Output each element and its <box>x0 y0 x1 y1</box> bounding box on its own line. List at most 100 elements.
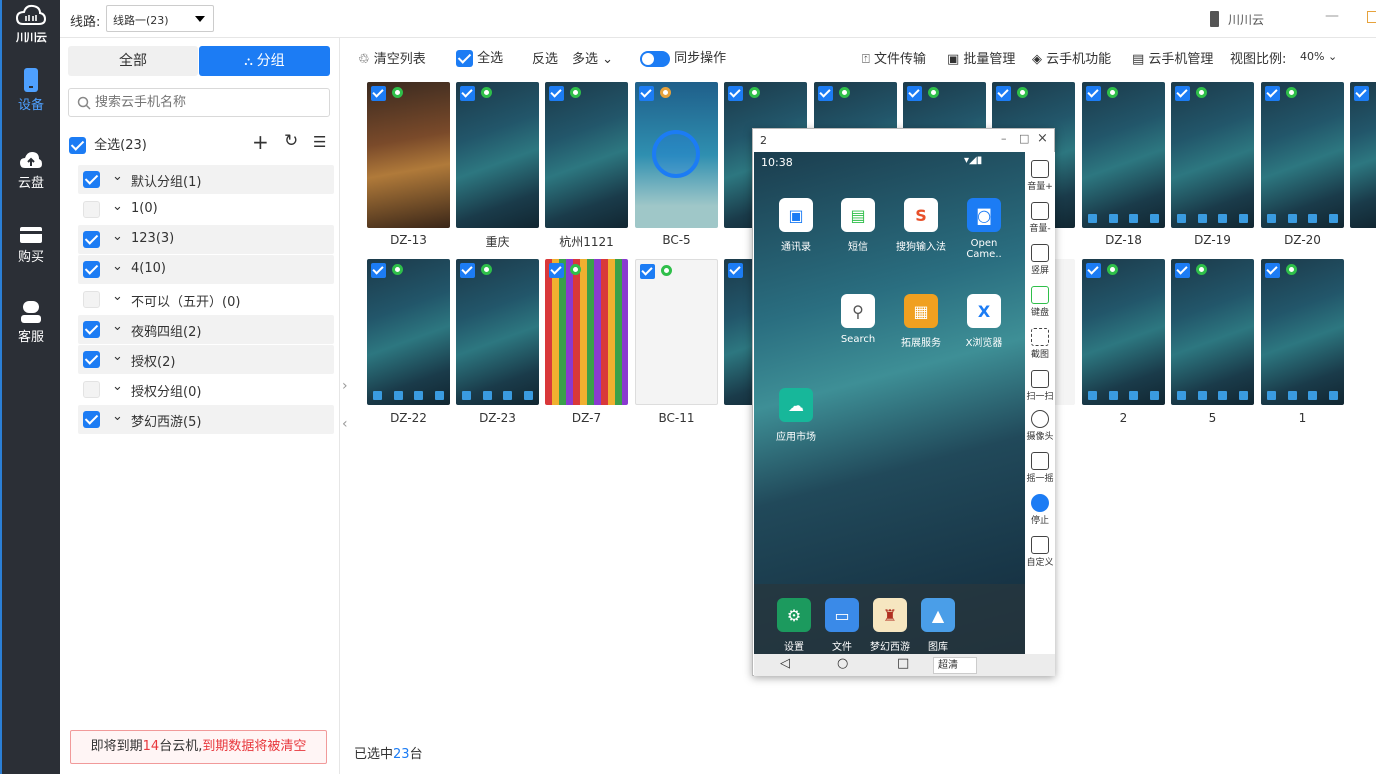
portrait-button[interactable]: 竖屏 <box>1025 244 1055 276</box>
device-thumbnail[interactable] <box>456 259 539 405</box>
chevron-down-icon[interactable]: ⌄ <box>112 289 123 304</box>
group-checkbox[interactable] <box>83 381 100 398</box>
group-checkbox[interactable] <box>83 261 100 278</box>
invert-button[interactable]: 反选 <box>532 48 558 67</box>
rail-item-cloud-disk[interactable]: 云盘 <box>2 150 60 191</box>
device-checkbox[interactable] <box>460 263 475 278</box>
sort-icon[interactable]: ☰ <box>313 133 326 151</box>
phone-manage-button[interactable]: ▤ 云手机管理 <box>1132 48 1213 67</box>
window-maximize-button[interactable]: □ <box>1019 132 1029 145</box>
device-thumbnail[interactable] <box>635 259 718 405</box>
rail-item-buy[interactable]: 购买 <box>2 226 60 265</box>
group-row[interactable]: ⌄ 默认分组(1) <box>78 165 334 194</box>
line-select[interactable]: 线路一(23) <box>106 5 214 32</box>
app-extension[interactable]: ▦ 拓展服务 <box>889 294 953 349</box>
device-checkbox[interactable] <box>371 86 386 101</box>
device-thumbnail[interactable] <box>456 82 539 228</box>
select-all-check[interactable] <box>456 50 473 67</box>
device-checkbox[interactable] <box>907 86 922 101</box>
add-icon[interactable]: + <box>252 130 269 154</box>
device-checkbox[interactable] <box>1175 263 1190 278</box>
recent-apps-icon[interactable]: □ <box>897 656 909 671</box>
stop-button[interactable]: 停止 <box>1025 494 1055 526</box>
device-checkbox[interactable] <box>728 263 743 278</box>
device-thumbnail[interactable] <box>1350 82 1376 228</box>
clear-list-button[interactable]: ♲ 清空列表 <box>358 48 426 67</box>
device-thumbnail[interactable] <box>545 259 628 405</box>
dock-gallery[interactable]: ▲ 图库 <box>906 598 970 653</box>
sync-toggle[interactable]: 同步操作 <box>640 47 726 67</box>
app-sogou-input[interactable]: S 搜狗输入法 <box>889 198 953 253</box>
device-checkbox[interactable] <box>1265 86 1280 101</box>
chevron-down-icon[interactable]: ⌄ <box>112 349 123 364</box>
rail-item-devices[interactable]: 设备 <box>2 68 60 113</box>
rail-item-service[interactable]: 客服 <box>2 300 60 345</box>
device-thumbnail[interactable] <box>1261 82 1344 228</box>
group-row[interactable]: ⌄ 授权分组(0) <box>78 375 334 404</box>
volume-up-button[interactable]: 音量+ <box>1025 160 1055 192</box>
group-checkbox[interactable] <box>83 351 100 368</box>
device-thumbnail[interactable] <box>367 259 450 405</box>
group-checkbox[interactable] <box>83 231 100 248</box>
select-all-toggle[interactable]: 全选 <box>456 47 503 67</box>
app-contacts[interactable]: ▣ 通讯录 <box>764 198 828 253</box>
device-thumbnail[interactable] <box>1171 259 1254 405</box>
device-thumbnail[interactable] <box>367 82 450 228</box>
device-checkbox[interactable] <box>640 264 655 279</box>
chevron-down-icon[interactable]: ⌄ <box>112 379 123 394</box>
device-checkbox[interactable] <box>549 86 564 101</box>
search-input[interactable] <box>95 93 320 112</box>
device-thumbnail[interactable] <box>635 82 718 228</box>
device-checkbox[interactable] <box>1086 86 1101 101</box>
toggle-switch[interactable] <box>640 50 670 67</box>
app-market[interactable]: ☁ 应用市场 <box>764 388 828 443</box>
select-all-checkbox[interactable] <box>69 137 86 154</box>
window-close-button[interactable]: × <box>1037 131 1048 146</box>
batch-manage-button[interactable]: ▣ 批量管理 <box>947 48 1015 67</box>
device-checkbox[interactable] <box>728 86 743 101</box>
app-sms[interactable]: ▤ 短信 <box>826 198 890 253</box>
device-thumbnail[interactable] <box>545 82 628 228</box>
quality-select[interactable]: 超清 <box>933 657 977 674</box>
phone-features-button[interactable]: ◈ 云手机功能 <box>1032 48 1111 67</box>
group-row[interactable]: ⌄ 夜鸦四组(2) <box>78 315 334 344</box>
screenshot-button[interactable]: 截图 <box>1025 328 1055 360</box>
collapse-arrow-icon[interactable]: ‹ <box>342 416 348 432</box>
keyboard-button[interactable]: 键盘 <box>1025 286 1055 318</box>
device-checkbox[interactable] <box>371 263 386 278</box>
app-open-camera[interactable]: ◙ Open Came.. <box>952 198 1016 260</box>
device-thumbnail[interactable] <box>1171 82 1254 228</box>
chevron-down-icon[interactable]: ⌄ <box>112 259 123 274</box>
app-x-browser[interactable]: X X浏览器 <box>952 294 1016 349</box>
volume-down-button[interactable]: 音量- <box>1025 202 1055 234</box>
device-checkbox[interactable] <box>996 86 1011 101</box>
chevron-down-icon[interactable]: ⌄ <box>112 169 123 184</box>
shake-button[interactable]: 摇一摇 <box>1025 452 1055 484</box>
expand-arrow-icon[interactable]: › <box>342 378 348 394</box>
search-box[interactable] <box>68 88 330 117</box>
group-checkbox[interactable] <box>83 411 100 428</box>
file-transfer-button[interactable]: ⍐ 文件传输 <box>862 48 926 67</box>
device-checkbox[interactable] <box>1265 263 1280 278</box>
group-checkbox[interactable] <box>83 201 100 218</box>
home-icon[interactable]: ○ <box>837 656 848 671</box>
device-thumbnail[interactable] <box>1082 82 1165 228</box>
play-icon[interactable] <box>652 130 700 178</box>
custom-button[interactable]: 自定义 <box>1025 536 1055 568</box>
group-checkbox[interactable] <box>83 321 100 338</box>
minimize-button[interactable]: — <box>1325 8 1339 24</box>
device-checkbox[interactable] <box>460 86 475 101</box>
group-row[interactable]: ⌄ 1(0) <box>78 195 334 224</box>
back-icon[interactable]: ◁ <box>780 656 790 671</box>
chevron-down-icon[interactable]: ⌄ <box>112 199 123 214</box>
chevron-down-icon[interactable]: ⌄ <box>112 319 123 334</box>
refresh-icon[interactable]: ↻ <box>284 131 298 151</box>
group-row[interactable]: ⌄ 123(3) <box>78 225 334 254</box>
group-checkbox[interactable] <box>83 171 100 188</box>
scan-button[interactable]: 扫一扫 <box>1025 370 1055 402</box>
group-row[interactable]: ⌄ 不可以（五开）(0) <box>78 285 334 314</box>
group-row[interactable]: ⌄ 4(10) <box>78 255 334 284</box>
device-checkbox[interactable] <box>1086 263 1101 278</box>
multi-select-dropdown[interactable]: 多选 ⌄ <box>572 48 613 67</box>
maximize-button[interactable] <box>1367 11 1376 23</box>
